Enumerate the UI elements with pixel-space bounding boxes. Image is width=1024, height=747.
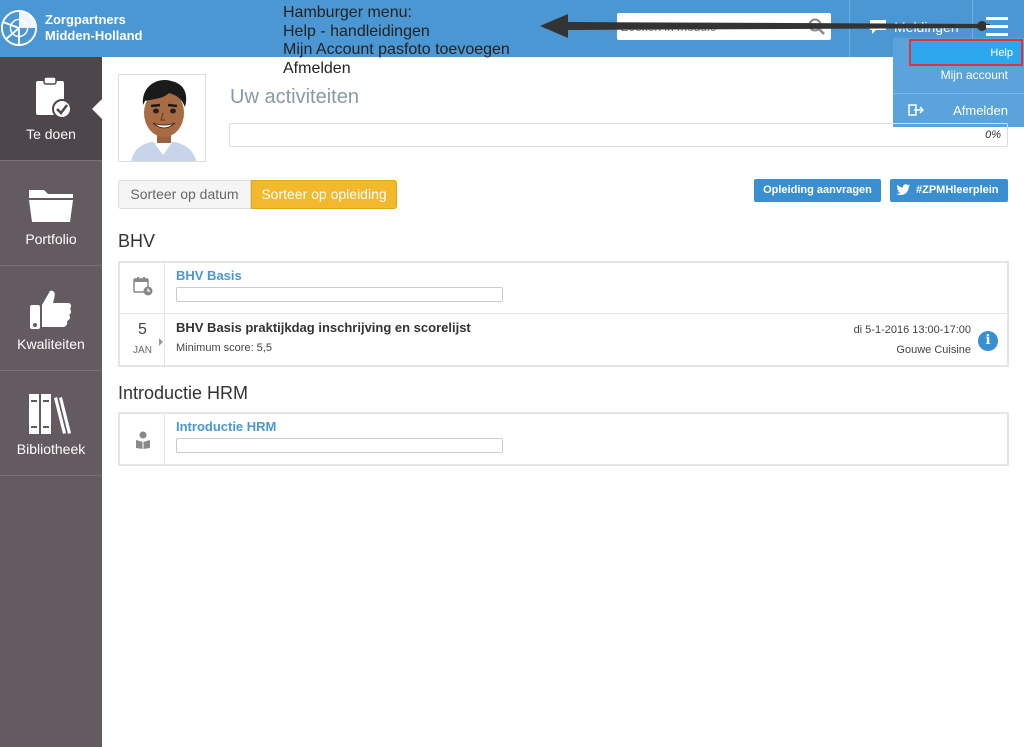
training-card-bhv: BHV Basis 5 JAN BHV Basis praktijkdag in… [118,261,1009,367]
twitter-button-label: #ZPMHleerplein [916,184,999,196]
logo-text: Zorgpartners Midden-Holland [45,12,143,44]
sort-by-date-button[interactable]: Sorteer op datum [118,180,251,209]
event-month: JAN [133,345,152,356]
dropdown-help[interactable]: Help [909,39,1023,66]
logo[interactable]: Zorgpartners Midden-Holland [0,6,150,50]
twitter-hashtag-button[interactable]: #ZPMHleerplein [890,179,1008,202]
page-title: Uw activiteiten [230,86,359,108]
sidebar-item-portfolio[interactable]: Portfolio [0,162,102,266]
avatar-cartoon-icon [131,80,197,161]
hamburger-dropdown: Help Mijn account Afmelden [893,38,1024,127]
section-title-introductie-hrm: Introductie HRM [118,383,249,403]
sidebar-item-label: Te doen [26,126,76,142]
clipboard-check-icon [36,77,72,119]
twitter-icon [896,184,910,196]
sidebar-item-label: Kwaliteiten [17,336,85,352]
active-indicator [92,99,102,119]
sidebar-item-label: Portfolio [25,231,77,247]
event-datetime: di 5-1-2016 13:00-17:00 [853,324,971,336]
sidebar-item-kwaliteiten[interactable]: Kwaliteiten [0,267,102,371]
sidebar-item-bibliotheek[interactable]: Bibliotheek [0,372,102,476]
info-icon[interactable]: i [978,331,998,351]
annotation-line: Afmelden [283,59,351,77]
books-icon [29,394,71,434]
request-training-button[interactable]: Opleiding aanvragen [754,179,881,202]
course-link-bhv-basis[interactable]: BHV Basis [176,268,242,283]
avatar[interactable] [118,74,206,162]
event-day: 5 [138,321,147,338]
annotation-line: Hamburger menu: [283,4,412,21]
annotation-line: Mijn Account pasfoto toevoegen [283,41,510,58]
dropdown-divider [893,93,1024,94]
folder-icon [29,190,73,222]
sidebar: Te doen Portfolio Kwaliteiten Bibliothee… [0,57,102,747]
annotation-arrow-icon [540,14,990,38]
chevron-right-icon [159,338,163,346]
course-progress-bar [176,287,503,302]
event-minimum-score: Minimum score: 5,5 [176,342,272,354]
logout-icon [908,104,924,116]
sidebar-item-label: Bibliotheek [16,441,86,457]
course-link-introductie-hrm[interactable]: Introductie HRM [176,419,276,434]
training-card-introductie-hrm: Introductie HRM [118,412,1009,466]
course-progress-bar [176,438,503,453]
overall-progress-bar: 0% [229,123,1008,147]
reader-icon [136,431,150,449]
logo-line-1: Zorgpartners [45,12,126,27]
event-row[interactable]: 5 JAN BHV Basis praktijkdag inschrijving… [120,314,1007,365]
sidebar-item-te-doen[interactable]: Te doen [0,57,102,161]
dropdown-my-account[interactable]: Mijn account [941,68,1008,82]
calendar-clock-icon [133,277,153,296]
progress-percentage: 0% [985,129,1001,141]
logo-line-2: Midden-Holland [45,28,143,43]
annotation-text: Hamburger menu: Help - handleidingen Mij… [283,4,510,78]
section-title-bhv: BHV [118,231,156,251]
top-header: Zorgpartners Midden-Holland Meldingen Ha… [0,0,1024,77]
logo-mark-icon [0,9,38,47]
event-title[interactable]: BHV Basis praktijkdag inschrijving en sc… [176,320,471,335]
dropdown-help-label: Help [990,47,1013,59]
dropdown-logout[interactable]: Afmelden [953,103,1008,118]
sort-by-training-button[interactable]: Sorteer op opleiding [251,180,397,209]
event-location: Gouwe Cuisine [896,344,971,356]
thumbs-up-icon [30,290,72,329]
annotation-line: Help - handleidingen [283,22,430,40]
